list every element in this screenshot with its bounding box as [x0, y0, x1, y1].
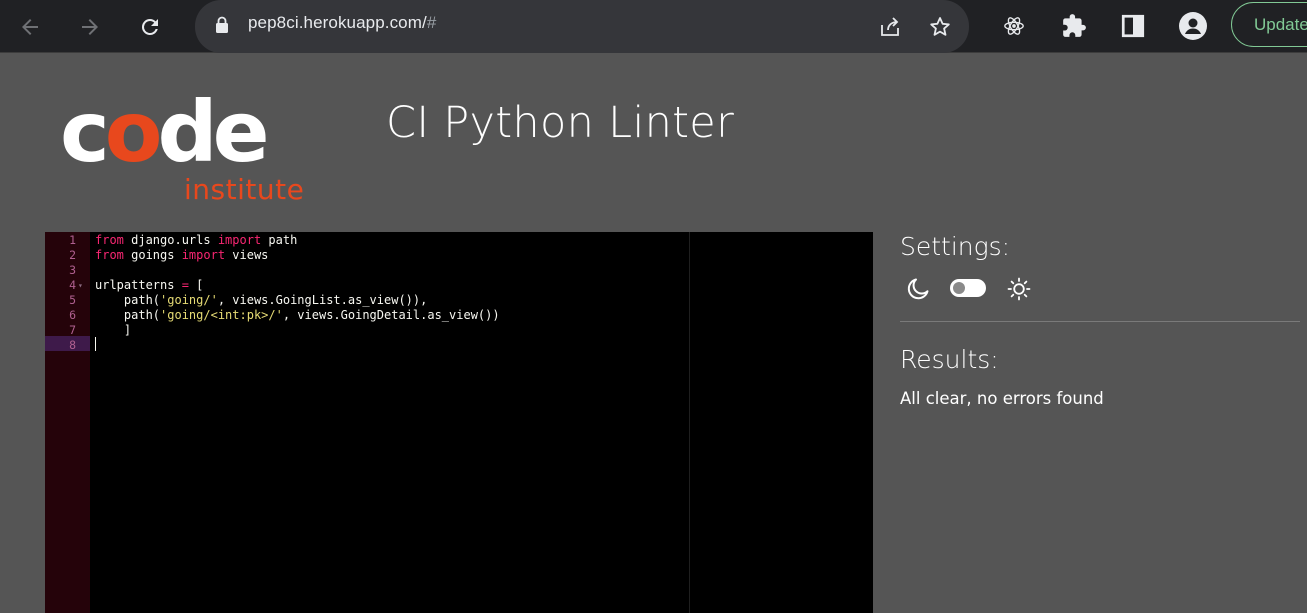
code-token: from [95, 233, 124, 247]
url-hash: # [426, 13, 437, 32]
code-token: django.urls [123, 233, 218, 247]
code-token: [ [188, 278, 204, 292]
update-button[interactable]: Update [1231, 2, 1307, 47]
code-token: , views.GoingDetail.as_view()) [282, 308, 500, 322]
results-message: All clear, no errors found [900, 389, 1104, 408]
line-number: 2 [69, 248, 76, 262]
code-token: from [95, 248, 124, 262]
logo-subtitle: institute [184, 173, 305, 206]
code-token: path( [95, 293, 161, 307]
logo-wordmark: code [60, 83, 270, 181]
back-button[interactable] [14, 11, 46, 43]
code-token: views [225, 248, 269, 262]
code-line[interactable]: 4 ▾ urlpatterns = [ [45, 278, 873, 293]
code-text: urlpatterns = [ [95, 278, 203, 293]
code-institute-logo: code institute [60, 90, 320, 216]
code-line[interactable]: 3 [45, 263, 873, 278]
code-text: path('going/', views.GoingList.as_view()… [95, 293, 427, 308]
line-number: 7 [69, 323, 76, 337]
code-token: goings [123, 248, 182, 262]
code-line[interactable]: 8 [45, 338, 873, 353]
code-token: ] [95, 323, 132, 337]
line-number: 3 [69, 263, 76, 277]
reload-icon [141, 18, 158, 35]
code-line[interactable]: 2 from goings import views [45, 248, 873, 263]
sun-icon [1006, 276, 1032, 302]
arrow-right-icon [82, 19, 98, 35]
url-text[interactable]: pep8ci.herokuapp.com/# [248, 13, 436, 33]
profile-avatar-icon[interactable] [1178, 11, 1208, 41]
line-number: 8 [69, 338, 76, 352]
code-line[interactable]: 6 path('going/<int:pk>/', views.GoingDet… [45, 308, 873, 323]
code-text: path('going/<int:pk>/', views.GoingDetai… [95, 308, 500, 323]
side-panel-icon[interactable] [1118, 11, 1148, 41]
toggle-knob [953, 282, 965, 294]
react-devtools-icon[interactable] [999, 11, 1029, 41]
theme-toggle[interactable] [950, 279, 986, 297]
code-token: = [181, 278, 189, 292]
address-bar[interactable]: pep8ci.herokuapp.com/# [195, 0, 969, 53]
results-heading: Results: [900, 345, 999, 374]
code-line[interactable]: 1 from django.urls import path [45, 233, 873, 248]
fold-arrow-icon[interactable]: ▾ [78, 278, 83, 293]
code-token: 'going/' [160, 293, 218, 307]
code-text: from goings import views [95, 248, 268, 263]
line-number: 4 [69, 278, 76, 292]
settings-divider [900, 321, 1300, 322]
bookmark-star-icon[interactable] [926, 13, 954, 41]
code-token: path( [95, 308, 161, 322]
code-text: from django.urls import path [95, 233, 297, 248]
code-editor[interactable]: 1 from django.urls import path 2 from going… [45, 232, 873, 613]
page-title: CI Python Linter [386, 98, 735, 148]
text-cursor [95, 337, 96, 351]
share-icon[interactable] [876, 13, 904, 41]
url-host: pep8ci.herokuapp.com/ [248, 13, 427, 32]
extensions-puzzle-icon[interactable] [1059, 11, 1089, 41]
settings-heading: Settings: [900, 232, 1011, 261]
moon-icon [905, 276, 931, 302]
code-line[interactable]: 5 path('going/', views.GoingList.as_view… [45, 293, 873, 308]
code-token: path [261, 233, 298, 247]
code-token: urlpatterns [95, 278, 182, 292]
code-token: import [217, 233, 262, 247]
line-number: 6 [69, 308, 76, 322]
line-number: 5 [69, 293, 76, 307]
code-token: import [181, 248, 226, 262]
code-text: ] [95, 323, 131, 338]
code-token: 'going/<int:pk>/' [160, 308, 283, 322]
arrow-left-icon [22, 19, 38, 35]
code-token: , views.GoingList.as_view()), [217, 293, 428, 307]
code-line[interactable]: 7 ] [45, 323, 873, 338]
reload-button[interactable] [134, 11, 166, 43]
browser-toolbar: pep8ci.herokuapp.com/# Update [0, 0, 1307, 53]
forward-button[interactable] [74, 11, 106, 43]
lock-icon[interactable] [215, 16, 229, 38]
line-number: 1 [69, 233, 76, 247]
